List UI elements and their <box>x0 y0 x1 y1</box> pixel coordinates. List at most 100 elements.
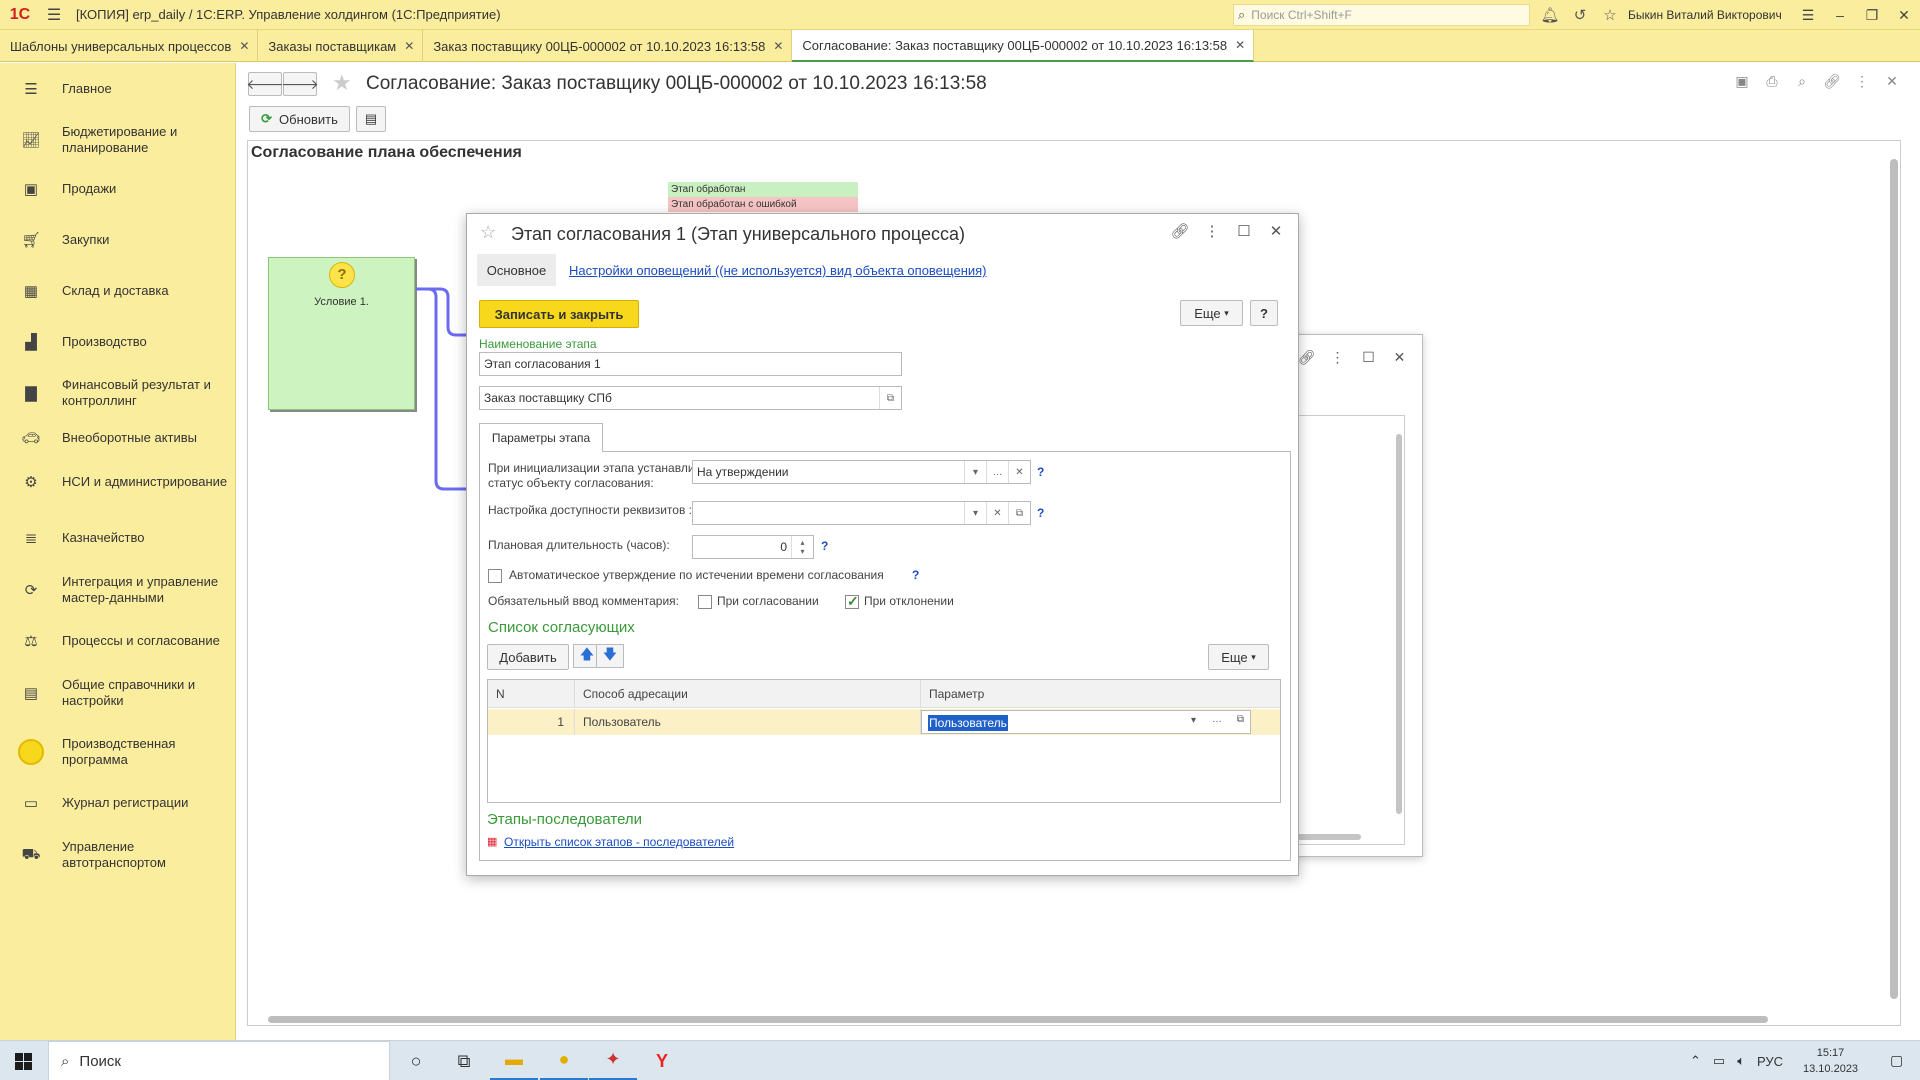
column-method[interactable]: Способ адресации <box>574 680 920 707</box>
sidebar-item-admin[interactable]: ⚙ НСИ и администрирование <box>0 473 236 491</box>
sidebar-item-purchases[interactable]: 🛒︎ Закупки <box>0 231 236 249</box>
clock[interactable]: 15:17 13.10.2023 <box>1803 1045 1858 1077</box>
add-approver-button[interactable]: Добавить <box>487 644 569 670</box>
sidebar-item-transport[interactable]: ⛟ Управление автотранспортом <box>0 839 236 871</box>
more-button[interactable]: Еще ▾ <box>1180 300 1243 326</box>
init-status-select[interactable]: На утверждении ▾ … ✕ <box>692 460 1031 484</box>
on-approve-checkbox[interactable] <box>698 595 712 609</box>
sidebar-item-main[interactable]: ☰ Главное <box>0 80 236 98</box>
notifications-icon[interactable]: ▢ <box>1890 1052 1903 1069</box>
sidebar-item-budgeting[interactable]: 📈︎ Бюджетирование и планирование <box>0 124 236 156</box>
sidebar-item-warehouse[interactable]: ▦ Склад и доставка <box>0 282 236 300</box>
chevron-up-icon[interactable]: ⌃ <box>1690 1053 1701 1069</box>
close-tab-icon[interactable]: ✕ <box>1235 38 1245 52</box>
sidebar-item-catalogs[interactable]: ▤ Общие справочники и настройки <box>0 677 236 709</box>
close-form-icon[interactable]: ✕ <box>1877 73 1907 90</box>
link-icon[interactable]: 🔗︎ <box>1164 222 1196 240</box>
close-tab-icon[interactable]: ✕ <box>404 39 414 53</box>
favorites-star-icon[interactable]: ☆ <box>1595 6 1625 24</box>
sidebar-item-assets[interactable]: 🚗︎ Внеоборотные активы <box>0 429 236 447</box>
cell-param[interactable]: Пользователь ▾ … ⧉ <box>920 709 1282 735</box>
horizontal-scrollbar[interactable] <box>268 1016 1768 1023</box>
choose-icon[interactable]: … <box>986 461 1008 483</box>
help-icon[interactable]: ? <box>1037 465 1044 479</box>
clear-icon[interactable]: ✕ <box>1008 461 1030 483</box>
approval-object-input[interactable]: Заказ поставщику СПб ⧉ <box>479 386 902 410</box>
minimize-icon[interactable]: – <box>1824 0 1856 30</box>
start-button[interactable] <box>0 1041 46 1080</box>
favorite-star-icon[interactable]: ☆ <box>480 222 496 243</box>
choose-icon[interactable]: … <box>1212 714 1222 725</box>
save-and-close-button[interactable]: Записать и закрыть <box>479 300 639 328</box>
task-view-icon[interactable]: ⧉ <box>440 1041 488 1080</box>
yandex-browser-icon[interactable]: Y <box>638 1041 686 1080</box>
open-icon[interactable]: ⧉ <box>1008 502 1030 524</box>
clear-icon[interactable]: ✕ <box>986 502 1008 524</box>
hamburger-menu-icon[interactable]: ☰ <box>40 0 68 30</box>
sidebar-item-processes[interactable]: ⚖ Процессы и согласование <box>0 632 236 650</box>
column-n[interactable]: N <box>488 680 574 707</box>
tab-stage-params[interactable]: Параметры этапа <box>479 423 603 452</box>
horizontal-scrollbar[interactable] <box>1291 834 1361 840</box>
access-settings-select[interactable]: ▾ ✕ ⧉ <box>692 501 1031 525</box>
duration-input[interactable]: 0 ▴ ▾ <box>692 535 814 559</box>
settings-menu-icon[interactable]: ☰ <box>1792 0 1824 30</box>
tab-notification-settings[interactable]: Настройки оповещений ((не используется) … <box>569 263 987 278</box>
help-icon[interactable]: ? <box>912 568 919 582</box>
more-vertical-icon[interactable]: ⋮ <box>1196 222 1228 240</box>
more-vertical-icon[interactable]: ⋮ <box>1847 73 1877 90</box>
help-icon[interactable]: ? <box>1037 506 1044 520</box>
close-icon[interactable]: ✕ <box>1384 349 1415 366</box>
language-indicator[interactable]: РУС <box>1757 1054 1783 1069</box>
tab-main[interactable]: Основное <box>477 254 556 286</box>
back-button[interactable]: 🡐 <box>246 72 284 96</box>
close-icon[interactable]: ✕ <box>1260 222 1292 240</box>
history-icon[interactable]: ↺ <box>1565 6 1595 24</box>
on-reject-checkbox[interactable] <box>845 593 859 610</box>
help-icon[interactable]: ? <box>821 539 828 553</box>
tab-templates[interactable]: Шаблоны универсальных процессов ✕ <box>0 30 259 62</box>
open-icon[interactable]: ⧉ <box>879 387 901 409</box>
refresh-button[interactable]: ⟳ Обновить <box>249 106 350 132</box>
app-icon[interactable]: ✦ <box>589 1041 637 1080</box>
taskbar-search[interactable]: ⌕ Поиск <box>48 1041 390 1080</box>
dropdown-arrow-icon[interactable]: ▾ <box>1191 715 1196 726</box>
list-view-button[interactable]: ▤ <box>356 106 386 132</box>
table-row[interactable]: 1 Пользователь Пользователь ▾ … ⧉ <box>488 709 1280 735</box>
forward-button[interactable]: 🡒 <box>281 72 319 96</box>
condition-block[interactable]: ? Условие 1. <box>268 257 415 410</box>
vertical-scrollbar[interactable] <box>1890 159 1898 999</box>
stepper-icon[interactable]: ▴ ▾ <box>791 536 813 558</box>
approvers-more-button[interactable]: Еще ▾ <box>1208 644 1269 670</box>
sidebar-item-production-program[interactable]: Производственная программа <box>0 736 236 768</box>
param-edit-field[interactable]: Пользователь ▾ … ⧉ <box>921 710 1251 734</box>
vertical-scrollbar[interactable] <box>1396 434 1402 814</box>
sidebar-item-sales[interactable]: ▣ Продажи <box>0 180 236 198</box>
close-tab-icon[interactable]: ✕ <box>773 39 783 53</box>
cortana-icon[interactable]: ○ <box>392 1041 440 1080</box>
volume-icon[interactable]: 🔈︎ <box>1737 1053 1745 1069</box>
network-icon[interactable]: ▭ <box>1713 1053 1725 1069</box>
tab-supplier-orders[interactable]: Заказы поставщикам ✕ <box>258 30 424 62</box>
open-icon[interactable]: ⧉ <box>1237 714 1244 725</box>
dropdown-arrow-icon[interactable]: ▾ <box>964 502 986 524</box>
sidebar-item-financial[interactable]: ▇ Финансовый результат и контроллинг <box>0 377 236 409</box>
bell-icon[interactable]: 🔔︎ <box>1535 6 1565 24</box>
stage-name-input[interactable]: Этап согласования 1 <box>479 352 902 376</box>
global-search-input[interactable]: ⌕ Поиск Ctrl+Shift+F <box>1233 4 1530 26</box>
sidebar-item-production[interactable]: ▟ Производство <box>0 333 236 351</box>
1c-app-icon[interactable]: ● <box>540 1041 588 1080</box>
sidebar-item-integration[interactable]: ⟳ Интеграция и управление мастер-данными <box>0 574 236 606</box>
auto-approve-checkbox[interactable] <box>488 569 502 583</box>
restore-icon[interactable]: ❐ <box>1856 0 1888 30</box>
dropdown-arrow-icon[interactable]: ▾ <box>964 461 986 483</box>
close-icon[interactable]: ✕ <box>1888 0 1920 30</box>
favorite-star-icon[interactable]: ★ <box>332 70 352 96</box>
sidebar-item-journal[interactable]: ▭ Журнал регистрации <box>0 794 236 812</box>
move-down-button[interactable]: 🡇 <box>596 644 624 668</box>
file-explorer-icon[interactable]: ▬ <box>490 1041 538 1080</box>
sidebar-item-treasury[interactable]: ≣ Казначейство <box>0 529 236 547</box>
maximize-icon[interactable]: ☐ <box>1228 222 1260 240</box>
print-icon[interactable]: ⎙ <box>1757 73 1787 90</box>
tab-supplier-order[interactable]: Заказ поставщику 00ЦБ-000002 от 10.10.20… <box>423 30 793 62</box>
